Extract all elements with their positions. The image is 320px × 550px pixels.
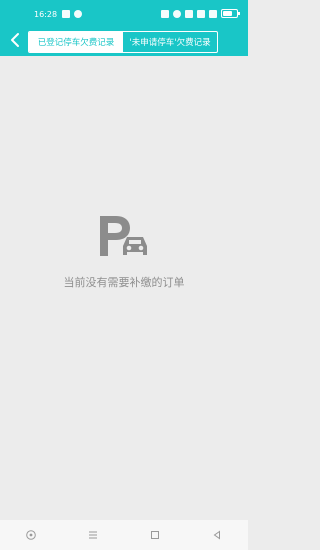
tab-registered-arrears[interactable]: 已登记停车欠费记录: [29, 32, 123, 52]
nfc-icon: [161, 9, 169, 18]
hd-icon: [185, 9, 193, 18]
q-icon: [74, 10, 82, 18]
signal-icon: [209, 9, 217, 18]
tab-group: 已登记停车欠费记录 '未申请停车'欠费记录: [28, 31, 218, 53]
battery-icon: [221, 9, 240, 18]
home-button[interactable]: [21, 525, 41, 545]
parking-car-icon: [100, 216, 147, 256]
status-bar: 16:28: [0, 0, 248, 28]
menu-icon: [89, 531, 97, 539]
app-header: 16:28 已登记停车欠费记录 '未申请停车'欠费记录: [0, 0, 248, 56]
circle-home-icon: [26, 530, 36, 540]
tab-unapplied-arrears[interactable]: '未申请停车'欠费记录: [123, 32, 217, 52]
location-icon: [173, 9, 181, 18]
empty-state-message: 当前没有需要补缴的订单: [63, 276, 185, 289]
recents-button[interactable]: [145, 525, 165, 545]
system-nav-bar: [0, 520, 248, 550]
system-back-button[interactable]: [207, 525, 227, 545]
wifi-icon: [197, 9, 205, 18]
chevron-left-icon: [11, 33, 19, 47]
back-triangle-icon: [213, 530, 220, 540]
status-time: 16:28: [34, 10, 58, 19]
back-button[interactable]: [5, 28, 25, 52]
menu-button[interactable]: [83, 525, 103, 545]
telegram-icon: [62, 10, 70, 18]
square-icon: [151, 531, 159, 539]
